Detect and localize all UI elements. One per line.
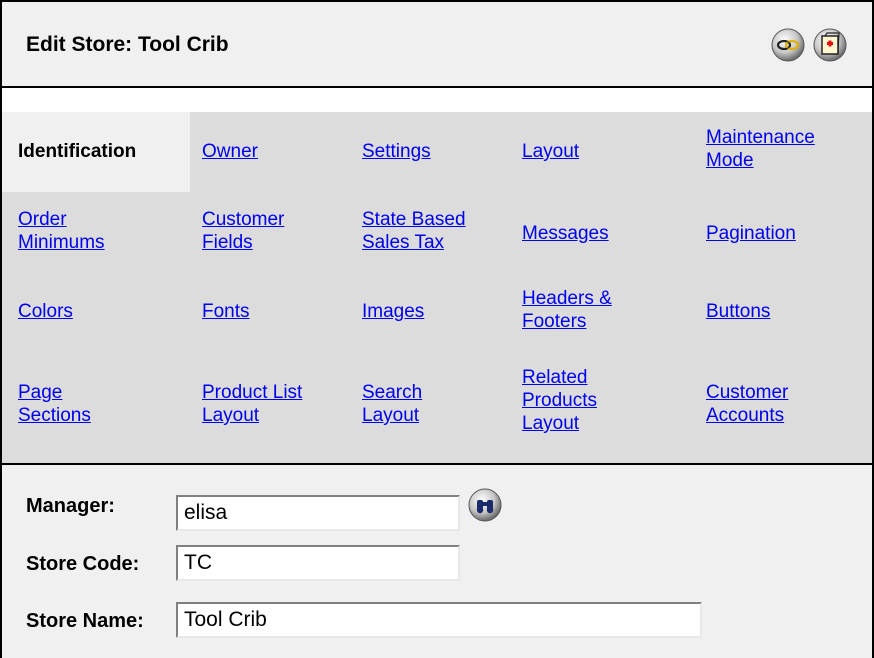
tab-related-products-layout[interactable]: Related Products Layout [522,366,642,435]
tab-customer-fields[interactable]: Customer Fields [202,208,322,254]
tab-owner[interactable]: Owner [202,140,258,163]
tab-page-sections[interactable]: Page Sections [18,381,128,427]
binoculars-icon[interactable] [467,487,503,523]
tab-search-layout[interactable]: Search Layout [362,381,472,427]
tab-images[interactable]: Images [362,300,424,323]
tab-maintenance-mode[interactable]: Maintenance Mode [706,126,856,172]
manager-input[interactable] [176,495,460,531]
tab-pagination[interactable]: Pagination [706,222,796,245]
tab-colors[interactable]: Colors [18,300,73,323]
tab-order-minimums[interactable]: Order Minimums [18,208,138,254]
help-icon[interactable] [810,25,850,65]
store-code-label: Store Code: [26,553,140,575]
tab-identification[interactable]: Identification [18,140,136,163]
store-code-input[interactable] [176,545,460,581]
identification-form: Manager: Store Code: Store Name: [2,465,872,658]
tab-headers-footers[interactable]: Headers & Footers [522,287,652,333]
page-title: Edit Store: Tool Crib [26,33,229,56]
tab-layout[interactable]: Layout [522,140,579,163]
store-name-label: Store Name: [26,610,144,632]
tab-buttons[interactable]: Buttons [706,300,770,323]
tab-customer-accounts[interactable]: Customer Accounts [706,381,826,427]
header-bar: Edit Store: Tool Crib [2,2,872,88]
tab-settings[interactable]: Settings [362,140,431,163]
manager-label: Manager: [26,495,115,517]
tab-messages[interactable]: Messages [522,222,609,245]
tab-grid: Identification Owner Settings Layout Mai… [2,112,872,463]
tab-state-based-sales-tax[interactable]: State Based Sales Tax [362,208,502,254]
tab-fonts[interactable]: Fonts [202,300,250,323]
spacer [2,88,872,112]
store-name-input[interactable] [176,602,702,638]
link-icon[interactable] [768,25,808,65]
tab-product-list-layout[interactable]: Product List Layout [202,381,352,427]
